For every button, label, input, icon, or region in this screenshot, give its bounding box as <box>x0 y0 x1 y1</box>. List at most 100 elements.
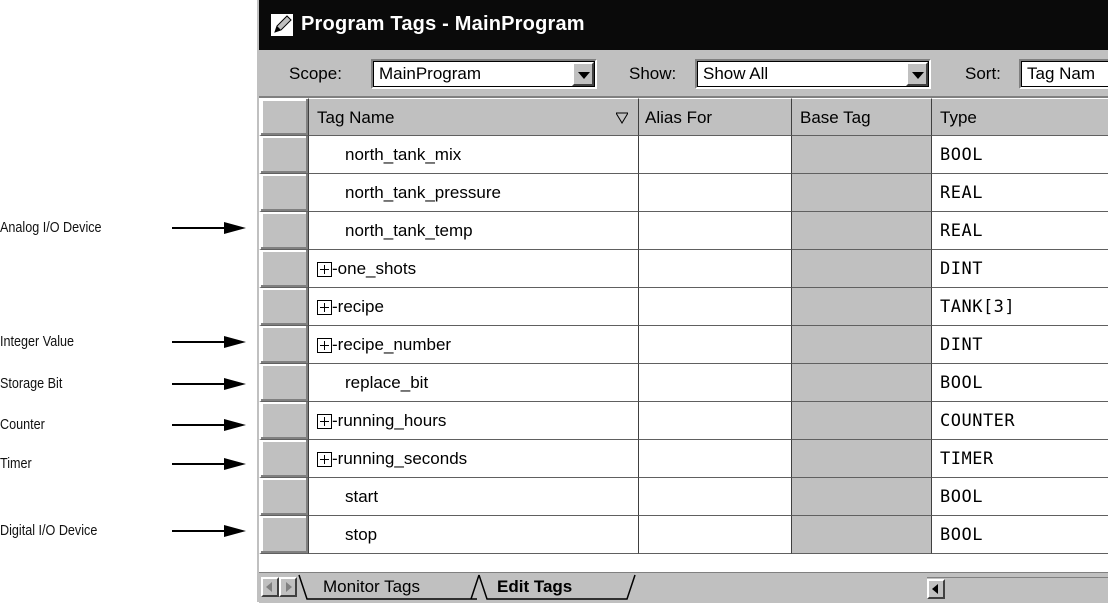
expand-plus-icon[interactable] <box>317 414 332 429</box>
tab-monitor-tags[interactable]: Monitor Tags <box>323 577 420 597</box>
column-header-label: Base Tag <box>800 108 871 127</box>
type-cell[interactable]: BOOL <box>932 478 1108 516</box>
callout-counter: Counter <box>0 415 250 435</box>
alias-cell[interactable] <box>639 440 792 478</box>
scroll-left-button[interactable] <box>927 579 945 599</box>
row-selector[interactable] <box>259 402 309 440</box>
row-selector[interactable] <box>259 136 309 174</box>
toolbar: Scope: MainProgram Show: Show All Sort: … <box>259 50 1108 96</box>
alias-cell[interactable] <box>639 288 792 326</box>
type-cell[interactable]: COUNTER <box>932 402 1108 440</box>
table-row[interactable]: -running_hours COUNTER <box>259 402 1108 440</box>
alias-cell[interactable] <box>639 136 792 174</box>
alias-cell[interactable] <box>639 326 792 364</box>
expand-plus-icon[interactable] <box>317 262 332 277</box>
tag-name-cell[interactable]: -one_shots <box>309 250 639 288</box>
alias-cell[interactable] <box>639 516 792 554</box>
chevron-down-icon[interactable] <box>906 62 928 86</box>
type-cell[interactable]: DINT <box>932 250 1108 288</box>
type-cell[interactable]: DINT <box>932 326 1108 364</box>
alias-cell[interactable] <box>639 212 792 250</box>
sort-dropdown[interactable]: Tag Nam <box>1019 59 1108 89</box>
row-selector[interactable] <box>259 364 309 402</box>
tag-name-cell[interactable]: north_tank_pressure <box>309 174 639 212</box>
column-header-tag-name[interactable]: Tag Name <box>309 98 639 136</box>
alias-cell[interactable] <box>639 478 792 516</box>
expand-plus-icon[interactable] <box>317 300 332 315</box>
callout-label: Digital I/O Device <box>0 522 98 539</box>
callout-timer: Timer <box>0 454 250 474</box>
alias-cell[interactable] <box>639 364 792 402</box>
column-header-base-tag[interactable]: Base Tag <box>792 98 932 136</box>
row-selector[interactable] <box>259 174 309 212</box>
base-tag-cell <box>792 212 932 250</box>
table-row[interactable]: replace_bit BOOL <box>259 364 1108 402</box>
table-row[interactable]: north_tank_pressure REAL <box>259 174 1108 212</box>
type-cell[interactable]: REAL <box>932 174 1108 212</box>
table-row[interactable]: -one_shots DINT <box>259 250 1108 288</box>
callout-integer-value: Integer Value <box>0 332 250 352</box>
callout-storage-bit: Storage Bit <box>0 374 250 394</box>
row-selector[interactable] <box>259 478 309 516</box>
chevron-down-icon[interactable] <box>572 62 594 86</box>
column-header-alias-for[interactable]: Alias For <box>639 98 792 136</box>
show-label: Show: <box>629 64 677 83</box>
tag-name-cell[interactable]: north_tank_temp <box>309 212 639 250</box>
tab-edit-tags[interactable]: Edit Tags <box>497 577 572 597</box>
row-selector[interactable] <box>259 326 309 364</box>
row-selector[interactable] <box>259 250 309 288</box>
program-tags-window: Program Tags - MainProgram Scope: MainPr… <box>255 0 1108 603</box>
table-row[interactable]: north_tank_temp REAL <box>259 212 1108 250</box>
arrow-right-icon <box>172 419 246 431</box>
tag-name-cell[interactable]: -recipe <box>309 288 639 326</box>
row-selector[interactable] <box>259 516 309 554</box>
tag-name: north_tank_temp <box>345 221 473 240</box>
type-cell[interactable]: BOOL <box>932 364 1108 402</box>
tag-name-cell[interactable]: -recipe_number <box>309 326 639 364</box>
table-row[interactable]: -recipe_number DINT <box>259 326 1108 364</box>
sort-value: Tag Nam <box>1027 64 1096 83</box>
tag-name-cell[interactable]: stop <box>309 516 639 554</box>
type-cell[interactable]: TANK[3] <box>932 288 1108 326</box>
tag-name-cell[interactable]: -running_seconds <box>309 440 639 478</box>
callout-label: Storage Bit <box>0 375 63 392</box>
type-cell[interactable]: TIMER <box>932 440 1108 478</box>
tag-name-cell[interactable]: start <box>309 478 639 516</box>
type-cell[interactable]: BOOL <box>932 136 1108 174</box>
expand-plus-icon[interactable] <box>317 452 332 467</box>
table-row[interactable]: -recipe TANK[3] <box>259 288 1108 326</box>
base-tag-cell <box>792 174 932 212</box>
show-dropdown[interactable]: Show All <box>695 59 931 89</box>
tag-type: BOOL <box>940 145 983 165</box>
column-header-type[interactable]: Type <box>932 98 1108 136</box>
tab-scroll-right-button[interactable] <box>279 577 297 597</box>
type-cell[interactable]: REAL <box>932 212 1108 250</box>
tag-name-cell[interactable]: -running_hours <box>309 402 639 440</box>
scope-dropdown[interactable]: MainProgram <box>371 59 597 89</box>
base-tag-cell <box>792 478 932 516</box>
tag-type: BOOL <box>940 525 983 545</box>
header-selector[interactable] <box>259 98 309 136</box>
horizontal-scrollbar[interactable] <box>927 577 1108 600</box>
tab-scroll-left-button[interactable] <box>261 577 279 597</box>
alias-cell[interactable] <box>639 174 792 212</box>
alias-cell[interactable] <box>639 250 792 288</box>
tag-name-cell[interactable]: north_tank_mix <box>309 136 639 174</box>
row-selector[interactable] <box>259 288 309 326</box>
tag-type: BOOL <box>940 373 983 393</box>
base-tag-cell <box>792 326 932 364</box>
title-bar[interactable]: Program Tags - MainProgram <box>259 0 1108 50</box>
type-cell[interactable]: BOOL <box>932 516 1108 554</box>
table-row[interactable]: stop BOOL <box>259 516 1108 554</box>
arrow-right-icon <box>172 378 246 390</box>
table-row[interactable]: north_tank_mix BOOL <box>259 136 1108 174</box>
row-selector[interactable] <box>259 212 309 250</box>
table-row[interactable]: start BOOL <box>259 478 1108 516</box>
row-selector[interactable] <box>259 440 309 478</box>
table-row[interactable]: -running_seconds TIMER <box>259 440 1108 478</box>
callout-label: Integer Value <box>0 333 75 350</box>
tag-name-cell[interactable]: replace_bit <box>309 364 639 402</box>
base-tag-cell <box>792 402 932 440</box>
alias-cell[interactable] <box>639 402 792 440</box>
expand-plus-icon[interactable] <box>317 338 332 353</box>
